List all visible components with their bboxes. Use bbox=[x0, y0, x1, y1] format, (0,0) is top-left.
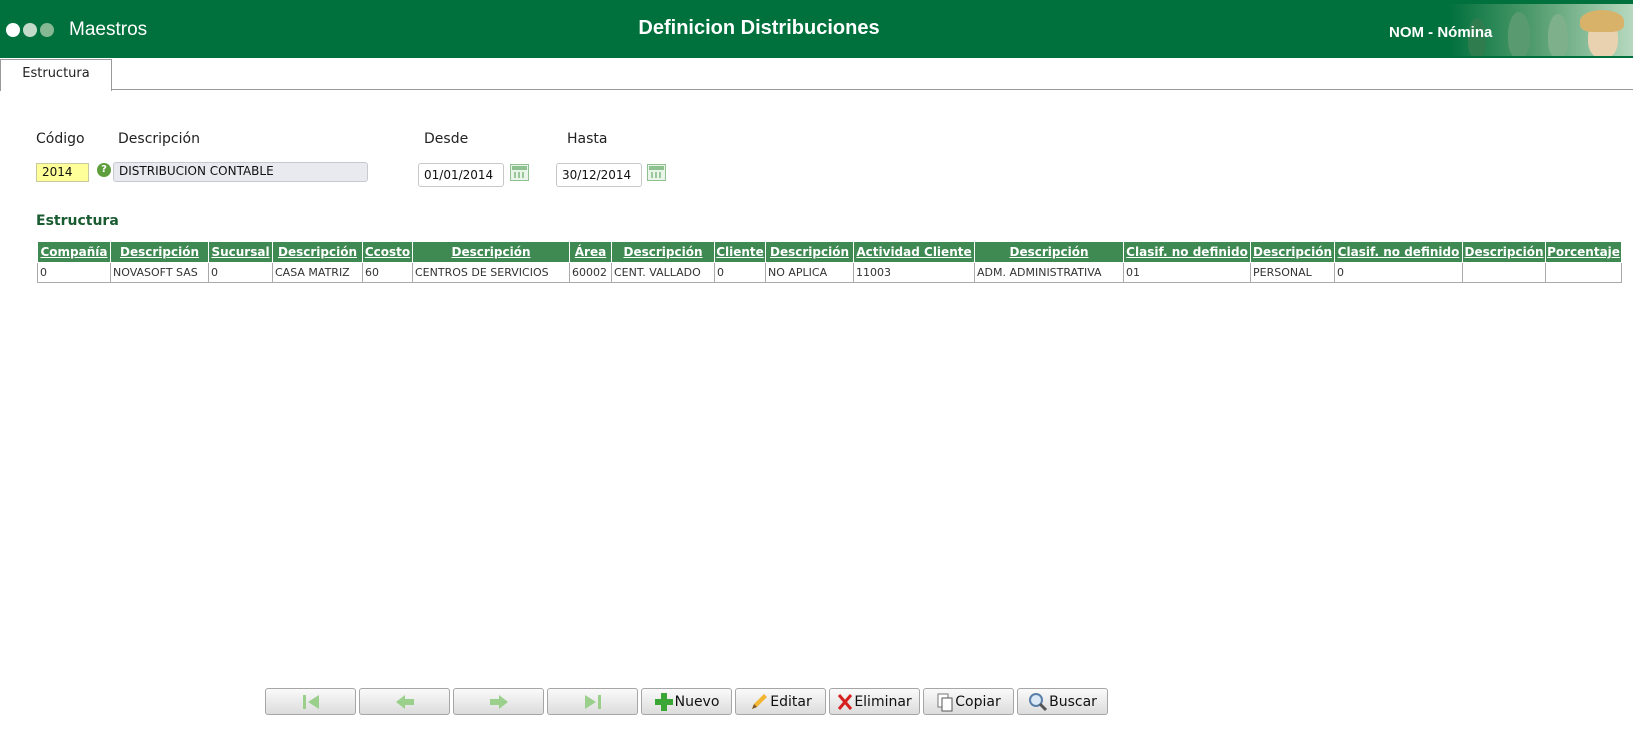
table-cell[interactable]: CENT. VALLADO bbox=[611, 262, 715, 283]
editar-label: Editar bbox=[770, 693, 812, 710]
app-header: Maestros Definicion Distribuciones NOM -… bbox=[0, 0, 1633, 58]
table-row[interactable]: 0 NOVASOFT SAS 0 CASA MATRIZ 60 CENTROS … bbox=[37, 262, 1622, 283]
magnifier-icon bbox=[1029, 692, 1048, 711]
nuevo-label: Nuevo bbox=[674, 693, 720, 710]
column-header-sucursal[interactable]: Sucursal bbox=[208, 241, 273, 263]
table-cell[interactable] bbox=[1545, 262, 1622, 283]
column-header-descripcion[interactable]: Descripción bbox=[611, 241, 715, 263]
table-cell[interactable]: CENTROS DE SERVICIOS bbox=[412, 262, 570, 283]
table-cell[interactable]: ADM. ADMINISTRATIVA bbox=[974, 262, 1124, 283]
plus-icon bbox=[654, 692, 673, 711]
column-header-area[interactable]: Área bbox=[569, 241, 612, 263]
table-cell[interactable]: 0 bbox=[714, 262, 766, 283]
column-header-ccosto[interactable]: Ccosto bbox=[362, 241, 413, 263]
column-header-actividad-cliente[interactable]: Actividad Cliente bbox=[853, 241, 975, 263]
codigo-field[interactable]: 2014 bbox=[36, 163, 89, 182]
descripcion-field[interactable]: DISTRIBUCION CONTABLE bbox=[113, 162, 368, 182]
next-record-icon bbox=[489, 694, 508, 709]
tab-bar: Estructura bbox=[0, 58, 1633, 91]
table-cell[interactable] bbox=[1462, 262, 1546, 283]
hasta-date-field[interactable]: 30/12/2014 bbox=[556, 163, 642, 187]
hasta-label: Hasta bbox=[567, 131, 608, 147]
nuevo-button[interactable]: Nuevo bbox=[641, 688, 732, 715]
last-record-button[interactable] bbox=[547, 688, 638, 715]
column-header-descripcion[interactable]: Descripción bbox=[1462, 241, 1546, 263]
next-record-button[interactable] bbox=[453, 688, 544, 715]
estructura-table: Compañía Descripción Sucursal Descripció… bbox=[37, 241, 1622, 283]
column-header-descripcion[interactable]: Descripción bbox=[765, 241, 854, 263]
buscar-label: Buscar bbox=[1049, 693, 1097, 710]
column-header-descripcion[interactable]: Descripción bbox=[110, 241, 209, 263]
module-name: NOM - Nómina bbox=[1389, 24, 1493, 41]
table-cell[interactable]: 01 bbox=[1123, 262, 1251, 283]
descripcion-label: Descripción bbox=[118, 131, 200, 147]
desde-date-field[interactable]: 01/01/2014 bbox=[418, 163, 504, 187]
delete-x-icon bbox=[838, 693, 853, 710]
column-header-cliente[interactable]: Cliente bbox=[714, 241, 766, 263]
last-record-icon bbox=[584, 694, 601, 709]
tab-estructura[interactable]: Estructura bbox=[0, 59, 112, 91]
calendar-icon[interactable] bbox=[647, 164, 666, 181]
first-record-button[interactable] bbox=[265, 688, 356, 715]
table-cell[interactable]: 0 bbox=[1334, 262, 1463, 283]
copy-icon bbox=[937, 693, 953, 711]
calendar-icon[interactable] bbox=[510, 164, 529, 181]
table-cell[interactable]: 11003 bbox=[853, 262, 975, 283]
help-icon[interactable]: ? bbox=[97, 163, 111, 177]
copiar-button[interactable]: Copiar bbox=[923, 688, 1014, 715]
table-cell[interactable]: 0 bbox=[37, 262, 111, 283]
column-header-descripcion[interactable]: Descripción bbox=[974, 241, 1124, 263]
table-cell[interactable]: 60002 bbox=[569, 262, 612, 283]
page-title: Definicion Distribuciones bbox=[638, 17, 880, 39]
eliminar-label: Eliminar bbox=[854, 693, 912, 710]
first-record-icon bbox=[302, 694, 319, 709]
column-header-descripcion[interactable]: Descripción bbox=[272, 241, 363, 263]
pencil-icon bbox=[752, 693, 768, 709]
buscar-button[interactable]: Buscar bbox=[1017, 688, 1108, 715]
codigo-label: Código bbox=[36, 131, 85, 147]
table-cell[interactable]: NOVASOFT SAS bbox=[110, 262, 209, 283]
table-cell[interactable]: 60 bbox=[362, 262, 413, 283]
estructura-section-title: Estructura bbox=[36, 213, 119, 229]
table-cell[interactable]: PERSONAL bbox=[1250, 262, 1335, 283]
editar-button[interactable]: Editar bbox=[735, 688, 826, 715]
previous-record-button[interactable] bbox=[359, 688, 450, 715]
table-cell[interactable]: 0 bbox=[208, 262, 273, 283]
copiar-label: Copiar bbox=[955, 693, 1001, 710]
column-header-porcentaje[interactable]: Porcentaje bbox=[1545, 241, 1622, 263]
table-header-row: Compañía Descripción Sucursal Descripció… bbox=[37, 241, 1622, 263]
table-cell[interactable]: CASA MATRIZ bbox=[272, 262, 363, 283]
desde-label: Desde bbox=[424, 131, 469, 147]
column-header-descripcion[interactable]: Descripción bbox=[412, 241, 570, 263]
previous-record-icon bbox=[395, 694, 414, 709]
column-header-compania[interactable]: Compañía bbox=[37, 241, 111, 263]
table-cell[interactable]: NO APLICA bbox=[765, 262, 854, 283]
column-header-descripcion[interactable]: Descripción bbox=[1250, 241, 1335, 263]
column-header-clasif[interactable]: Clasif. no definido bbox=[1334, 241, 1463, 263]
column-header-clasif[interactable]: Clasif. no definido bbox=[1123, 241, 1251, 263]
eliminar-button[interactable]: Eliminar bbox=[829, 688, 920, 715]
